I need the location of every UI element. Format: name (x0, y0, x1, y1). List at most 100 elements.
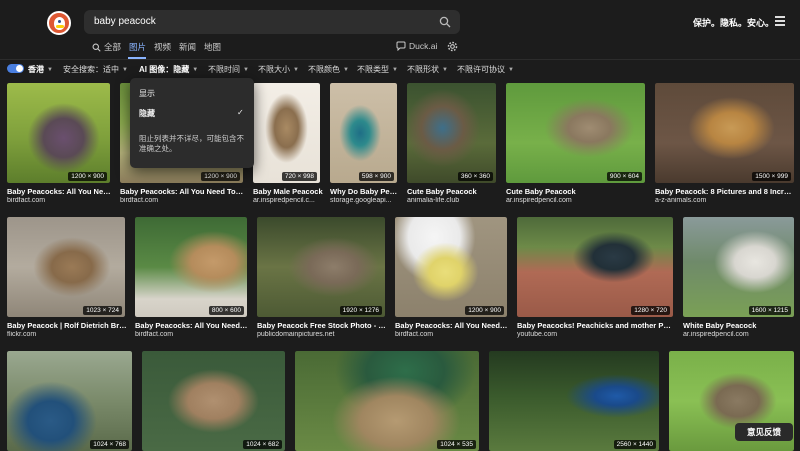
image-result[interactable]: 1024 × 682 (142, 351, 285, 451)
result-thumbnail (407, 83, 496, 183)
tab-videos[interactable]: 视频 (154, 41, 171, 53)
result-source[interactable]: publicdomainpictures.net (257, 331, 387, 338)
result-source[interactable]: birdfact.com (135, 331, 248, 338)
image-dimensions: 598 × 900 (358, 172, 394, 181)
dropdown-note: 阻止列表并不详尽，可能包含不准确之处。 (139, 134, 244, 153)
result-title[interactable]: Cute Baby Peacock (506, 187, 646, 196)
checkmark-icon: ✓ (237, 108, 244, 117)
result-title[interactable]: Baby Peacocks: All You Need... (7, 187, 112, 196)
chevron-down-icon: ▼ (343, 67, 349, 73)
image-result[interactable]: 1500 × 999 (655, 83, 794, 183)
ai-images-label: AI 图像： (139, 65, 174, 74)
image-result[interactable]: 1024 × 768 (7, 351, 132, 451)
image-result[interactable]: 720 × 998 (253, 83, 320, 183)
result-title[interactable]: Baby Peacock | Rolf Dietrich Brec... (7, 321, 127, 330)
image-result[interactable]: 800 × 600 (135, 217, 247, 317)
gear-icon[interactable] (447, 41, 458, 52)
result-source[interactable]: birdfact.com (120, 197, 245, 204)
duckduckgo-logo[interactable] (47, 11, 71, 35)
image-dimensions: 1200 × 900 (201, 172, 240, 181)
search-box[interactable]: baby peacock (84, 10, 460, 34)
type-filter[interactable]: 不限类型 ▼ (357, 64, 398, 75)
color-filter[interactable]: 不限颜色 ▼ (308, 64, 349, 75)
chevron-down-icon: ▼ (508, 67, 514, 73)
image-result[interactable]: 1920 × 1276 (257, 217, 385, 317)
result-title[interactable]: Baby Peacock Free Stock Photo - Pu... (257, 321, 387, 330)
tab-images[interactable]: 图片 (129, 41, 146, 53)
result-source[interactable]: storage.googleapi... (330, 197, 400, 204)
image-result[interactable]: 360 × 360 (407, 83, 496, 183)
image-result[interactable]: 1600 × 1215 (683, 217, 794, 317)
image-dimensions: 1280 × 720 (631, 306, 670, 315)
privacy-tagline: 保护。隐私。安心。 (693, 18, 775, 28)
search-input[interactable]: baby peacock (94, 16, 156, 27)
image-dimensions: 1024 × 682 (243, 440, 282, 449)
result-thumbnail (683, 217, 794, 317)
tab-news[interactable]: 新闻 (179, 41, 196, 53)
shape-filter[interactable]: 不限形状 ▼ (407, 64, 448, 75)
result-title[interactable]: Baby Peacock: 8 Pictures and 8 Incredi..… (655, 187, 795, 196)
result-thumbnail (330, 83, 397, 183)
chevron-down-icon: ▼ (243, 67, 249, 73)
region-filter[interactable]: 香港 ▼ (28, 64, 53, 75)
result-thumbnail (489, 351, 659, 451)
result-source[interactable]: ar.inspiredpencil.c... (253, 197, 323, 204)
search-icon[interactable] (439, 16, 451, 28)
safe-search-filter[interactable]: 安全搜索：适中 ▼ (63, 64, 128, 75)
result-source[interactable]: ar.inspiredpencil.com (683, 331, 795, 338)
result-title[interactable]: Why Do Baby Peacoc... (330, 187, 400, 196)
result-source[interactable]: ar.inspiredpencil.com (506, 197, 646, 204)
result-title[interactable]: Baby Peacocks: All You Need T... (395, 321, 508, 330)
region-toggle[interactable] (7, 64, 24, 73)
size-filter[interactable]: 不限大小 ▼ (258, 64, 299, 75)
result-title[interactable]: Baby Peacocks: All You Need T... (135, 321, 248, 330)
header: baby peacock 保护。隐私。安心。 全部 图片 视频 新闻 地图 Du… (0, 0, 800, 60)
safe-search-label: 安全搜索：适中 (63, 65, 119, 74)
image-result[interactable]: 900 × 604 (506, 83, 645, 183)
license-filter[interactable]: 不限许可协议 ▼ (457, 64, 514, 75)
color-label: 不限颜色 (308, 65, 340, 74)
result-source[interactable]: animalia-life.club (407, 197, 497, 204)
tab-maps[interactable]: 地图 (204, 41, 221, 53)
duckai-link[interactable]: Duck.ai (396, 41, 437, 51)
result-source[interactable]: birdfact.com (7, 197, 112, 204)
result-title[interactable]: Cute Baby Peacock (407, 187, 497, 196)
result-source[interactable]: a-z-animals.com (655, 197, 795, 204)
dropdown-option-show[interactable]: 显示 (139, 88, 155, 99)
tab-label: 新闻 (179, 42, 197, 52)
image-result[interactable]: 1023 × 724 (7, 217, 125, 317)
image-result[interactable]: 1280 × 720 (517, 217, 673, 317)
chevron-down-icon: ▼ (392, 67, 398, 73)
result-title[interactable]: Baby Peacocks: All You Need To K... (120, 187, 245, 196)
result-source[interactable]: youtube.com (517, 331, 674, 338)
image-result[interactable]: 1200 × 900 (7, 83, 110, 183)
time-filter[interactable]: 不限时间 ▼ (208, 64, 249, 75)
image-result[interactable]: 2560 × 1440 (489, 351, 659, 451)
dropdown-option-hide[interactable]: 隐藏 (139, 108, 155, 119)
result-title[interactable]: White Baby Peacock (683, 321, 795, 330)
result-thumbnail (395, 217, 507, 317)
feedback-button[interactable]: 意见反馈 (735, 423, 793, 441)
image-dimensions: 800 × 600 (208, 306, 244, 315)
hamburger-menu-icon[interactable] (775, 16, 785, 26)
result-source[interactable]: flickr.com (7, 331, 127, 338)
result-source[interactable]: birdfact.com (395, 331, 508, 338)
ai-images-dropdown: 显示 隐藏 ✓ 阻止列表并不详尽，可能包含不准确之处。 (130, 78, 254, 168)
image-dimensions: 2560 × 1440 (613, 440, 656, 449)
image-result[interactable]: 598 × 900 (330, 83, 397, 183)
tab-label: 图片 (129, 42, 147, 52)
result-title[interactable]: Baby Peacocks! Peachicks and mother Peah… (517, 321, 674, 330)
filter-bar: 香港 ▼ 安全搜索：适中 ▼ AI 图像：隐藏 ▼ 不限时间 ▼ 不限大小 ▼ 不限颜色 ▼… (0, 61, 800, 78)
result-thumbnail (7, 351, 132, 451)
image-result[interactable]: 1200 × 900 (395, 217, 507, 317)
result-thumbnail (7, 217, 125, 317)
ai-images-filter[interactable]: AI 图像：隐藏 ▼ (139, 64, 198, 75)
result-thumbnail (295, 351, 479, 451)
image-dimensions: 1200 × 900 (465, 306, 504, 315)
result-thumbnail (257, 217, 385, 317)
image-result[interactable]: 1024 × 535 (295, 351, 479, 451)
tab-all[interactable]: 全部 (92, 41, 121, 53)
result-title[interactable]: Baby Male Peacock (253, 187, 323, 196)
tab-label: 地图 (204, 42, 222, 52)
license-label: 不限许可协议 (457, 65, 505, 74)
